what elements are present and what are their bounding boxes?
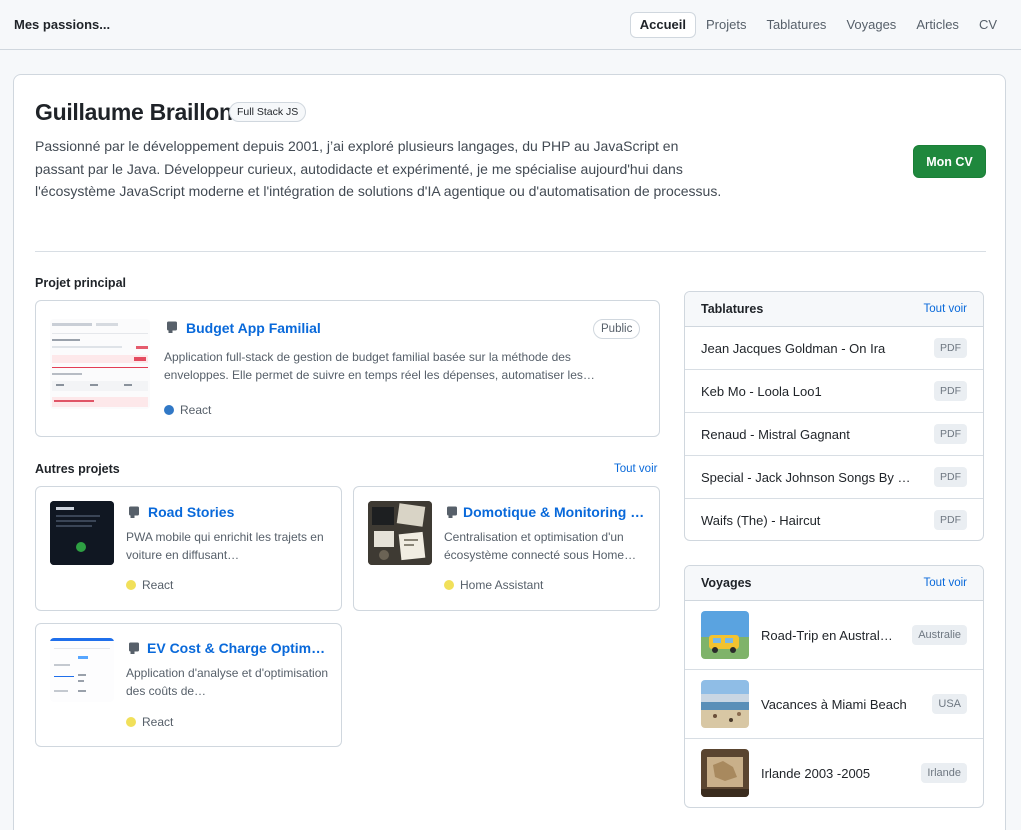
main-project-heading: Projet principal bbox=[35, 276, 126, 290]
tablature-title[interactable]: Renaud - Mistral Gagnant bbox=[701, 427, 921, 442]
voyage-title[interactable]: Vacances à Miami Beach bbox=[761, 697, 921, 712]
ireland-trip-thumbnail bbox=[701, 749, 749, 797]
pdf-badge: PDF bbox=[934, 424, 967, 444]
miami-trip-thumbnail bbox=[701, 680, 749, 728]
project-title[interactable]: Domotique & Monitoring … bbox=[463, 504, 648, 520]
language-dot-icon bbox=[126, 580, 136, 590]
main-content-card: Guillaume Braillon Full Stack JS Passion… bbox=[13, 74, 1006, 830]
tablature-title[interactable]: Special - Jack Johnson Songs By … bbox=[701, 470, 923, 485]
project-card-road-stories[interactable]: Road Stories PWA mobile qui enrichit les… bbox=[35, 486, 342, 611]
domotique-thumbnail bbox=[368, 501, 432, 565]
tablature-title[interactable]: Waifs (The) - Haircut bbox=[701, 513, 921, 528]
language-dot-icon bbox=[164, 405, 174, 415]
project-description: PWA mobile qui enrichit les trajets en v… bbox=[126, 530, 324, 562]
project-description: Centralisation et optimisation d'un écos… bbox=[444, 530, 637, 562]
voyages-panel-header: Voyages Tout voir bbox=[685, 566, 983, 601]
voyage-title[interactable]: Irlande 2003 -2005 bbox=[761, 766, 901, 781]
tablature-title[interactable]: Keb Mo - Loola Loo1 bbox=[701, 384, 921, 399]
profile-description: Passionné par le développement depuis 20… bbox=[35, 138, 722, 199]
voyage-item[interactable]: Road-Trip en Austral… Australie bbox=[685, 601, 983, 670]
tablatures-panel-header: Tablatures Tout voir bbox=[685, 292, 983, 327]
budget-app-thumbnail bbox=[50, 319, 150, 409]
language-dot-icon bbox=[444, 580, 454, 590]
project-language: React bbox=[126, 715, 173, 729]
country-badge: Australie bbox=[912, 625, 967, 645]
tablatures-panel: Tablatures Tout voir Jean Jacques Goldma… bbox=[684, 291, 984, 541]
site-brand[interactable]: Mes passions... bbox=[14, 17, 110, 32]
profile-badge: Full Stack JS bbox=[229, 102, 307, 122]
pdf-badge: PDF bbox=[934, 467, 967, 487]
nav-projets[interactable]: Projets bbox=[696, 12, 756, 38]
visibility-badge: Public bbox=[593, 319, 641, 339]
pdf-badge: PDF bbox=[934, 381, 967, 401]
nav-voyages[interactable]: Voyages bbox=[836, 12, 906, 38]
top-navbar: Mes passions... Accueil Projets Tablatur… bbox=[0, 0, 1021, 50]
voyage-item[interactable]: Irlande 2003 -2005 Irlande bbox=[685, 739, 983, 807]
main-project-language: React bbox=[164, 403, 211, 417]
voyages-panel-title: Voyages bbox=[701, 576, 752, 590]
repo-icon bbox=[447, 506, 457, 518]
tablatures-panel-title: Tablatures bbox=[701, 302, 764, 316]
ev-cost-thumbnail bbox=[50, 638, 114, 702]
cv-button[interactable]: Mon CV bbox=[913, 145, 986, 178]
language-label: React bbox=[142, 715, 174, 729]
main-project-title[interactable]: Budget App Familial bbox=[186, 320, 486, 336]
project-card-ev-cost[interactable]: EV Cost & Charge Optim… Application d'an… bbox=[35, 623, 342, 747]
main-project-card[interactable]: Budget App Familial Public Application f… bbox=[35, 300, 660, 437]
repo-icon bbox=[167, 321, 177, 333]
voyages-panel: Voyages Tout voir Road-Trip en Austral… … bbox=[684, 565, 984, 808]
profile-name: Guillaume Braillon bbox=[35, 99, 233, 125]
tablature-item[interactable]: Special - Jack Johnson Songs By … PDF bbox=[685, 456, 983, 499]
language-dot-icon bbox=[126, 717, 136, 727]
pdf-badge: PDF bbox=[934, 338, 967, 358]
project-title[interactable]: Road Stories bbox=[148, 504, 328, 520]
main-project-description: Application full-stack de gestion de bud… bbox=[164, 350, 595, 382]
project-language: Home Assistant bbox=[444, 578, 543, 592]
nav-tablatures[interactable]: Tablatures bbox=[756, 12, 836, 38]
language-label: React bbox=[180, 403, 212, 417]
country-badge: Irlande bbox=[921, 763, 967, 783]
australia-trip-thumbnail bbox=[701, 611, 749, 659]
tablatures-see-all-link[interactable]: Tout voir bbox=[924, 303, 967, 315]
tablature-title[interactable]: Jean Jacques Goldman - On Ira bbox=[701, 341, 921, 356]
voyage-item[interactable]: Vacances à Miami Beach USA bbox=[685, 670, 983, 739]
road-stories-thumbnail bbox=[50, 501, 114, 565]
language-label: Home Assistant bbox=[460, 578, 544, 592]
other-projects-heading: Autres projets bbox=[35, 462, 120, 476]
main-nav: Accueil Projets Tablatures Voyages Artic… bbox=[629, 12, 1007, 38]
tablature-item[interactable]: Keb Mo - Loola Loo1 PDF bbox=[685, 370, 983, 413]
pdf-badge: PDF bbox=[934, 510, 967, 530]
nav-articles[interactable]: Articles bbox=[906, 12, 969, 38]
language-label: React bbox=[142, 578, 174, 592]
other-projects-see-all-link[interactable]: Tout voir bbox=[614, 463, 657, 475]
tablature-item[interactable]: Jean Jacques Goldman - On Ira PDF bbox=[685, 327, 983, 370]
repo-icon bbox=[129, 642, 139, 654]
tablature-item[interactable]: Renaud - Mistral Gagnant PDF bbox=[685, 413, 983, 456]
country-badge: USA bbox=[932, 694, 967, 714]
project-card-domotique[interactable]: Domotique & Monitoring … Centralisation … bbox=[353, 486, 660, 611]
voyages-see-all-link[interactable]: Tout voir bbox=[924, 577, 967, 589]
project-description: Application d'analyse et d'optimisation … bbox=[126, 666, 329, 698]
divider bbox=[35, 251, 986, 252]
nav-cv[interactable]: CV bbox=[969, 12, 1007, 38]
project-title[interactable]: EV Cost & Charge Optim… bbox=[147, 640, 329, 656]
nav-accueil[interactable]: Accueil bbox=[629, 12, 696, 38]
project-language: React bbox=[126, 578, 173, 592]
tablature-item[interactable]: Waifs (The) - Haircut PDF bbox=[685, 499, 983, 540]
voyage-title[interactable]: Road-Trip en Austral… bbox=[761, 628, 901, 643]
repo-icon bbox=[129, 506, 139, 518]
